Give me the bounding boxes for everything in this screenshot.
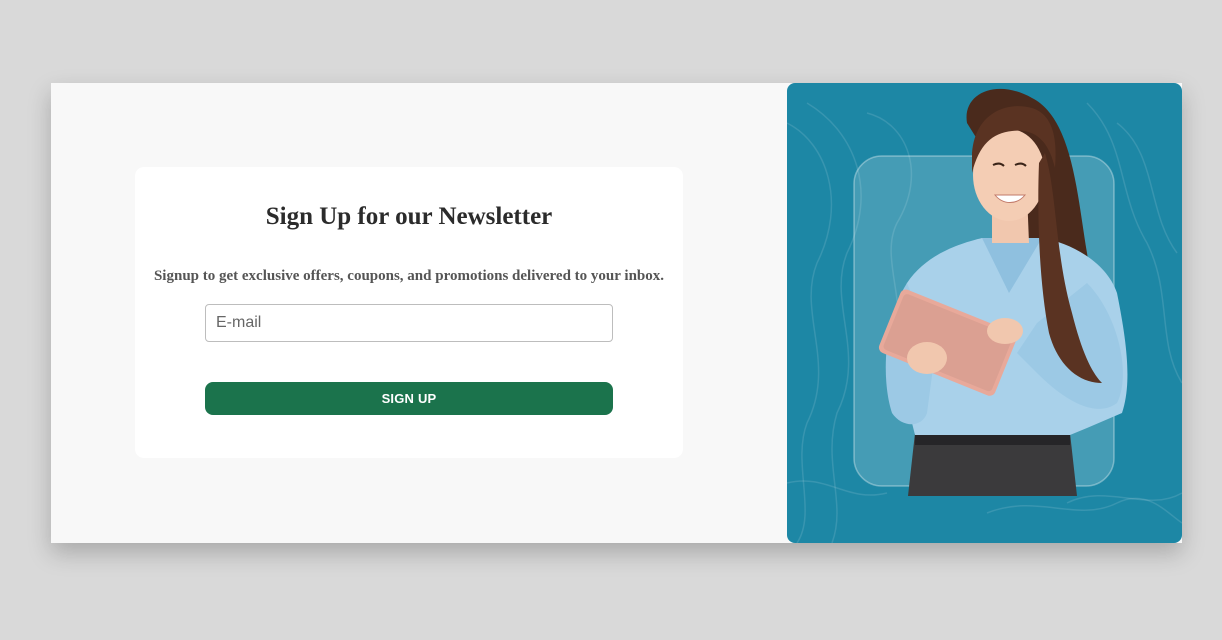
newsletter-title: Sign Up for our Newsletter	[265, 203, 553, 230]
newsletter-signup-card: Sign Up for our Newsletter Signup to get…	[51, 83, 1182, 543]
newsletter-subtitle: Signup to get exclusive offers, coupons,…	[153, 268, 665, 284]
woman-with-tablet-image	[787, 83, 1182, 543]
email-field[interactable]	[205, 304, 613, 342]
signup-form: Sign Up for our Newsletter Signup to get…	[135, 167, 683, 458]
sign-up-button[interactable]: SIGN UP	[205, 382, 613, 415]
woman-with-tablet-photo-icon	[787, 88, 1182, 543]
